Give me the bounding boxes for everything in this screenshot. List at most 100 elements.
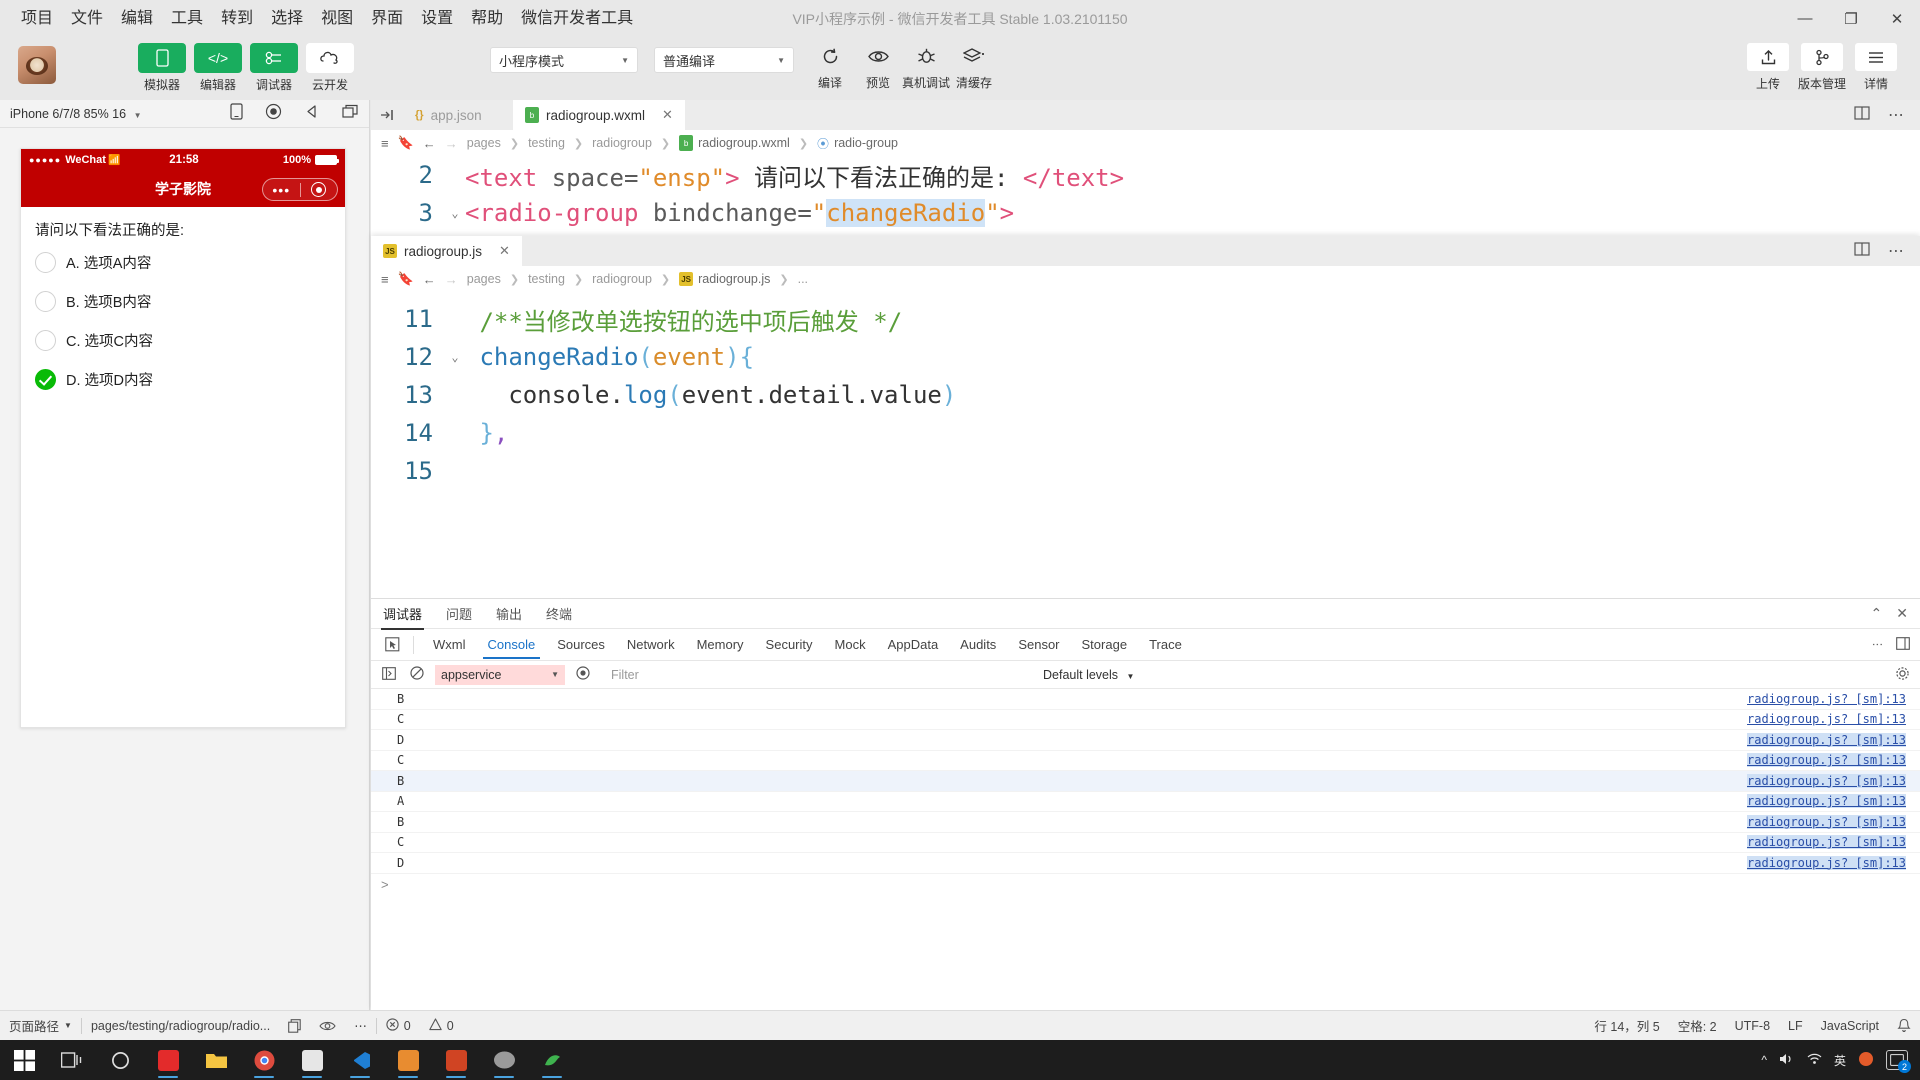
forward-icon[interactable]: → [445, 272, 458, 287]
chrome-browser-button[interactable] [240, 1040, 288, 1080]
radio-circle-b[interactable] [35, 291, 56, 312]
menu-item-edit[interactable]: 编辑 [112, 5, 162, 33]
js-code-pane[interactable]: 11 /**当修改单选按钮的选中项后触发 */ 12 ⌄ changeRadio(e… [371, 292, 1920, 517]
page-path-value[interactable]: pages/testing/radiogroup/radio... [82, 1019, 279, 1033]
taskbar-app-doc[interactable] [288, 1040, 336, 1080]
panel-appdata[interactable]: AppData [877, 631, 950, 658]
js-breadcrumb-pages[interactable]: pages [467, 272, 501, 286]
indent-setting[interactable]: 空格: 2 [1669, 1016, 1726, 1035]
code-line[interactable]: 12 ⌄ changeRadio(event){ [371, 338, 1920, 376]
preview-button[interactable]: 预览 [854, 37, 902, 91]
split-editor-icon[interactable] [1854, 105, 1870, 125]
version-control-button[interactable]: 版本管理 [1796, 37, 1848, 92]
js-breadcrumb-radiogroup[interactable]: radiogroup [592, 272, 652, 286]
close-button[interactable]: ✕ [1874, 0, 1920, 37]
menu-item-help[interactable]: 帮助 [462, 5, 512, 33]
tab-problems[interactable]: 问题 [444, 600, 474, 627]
preview-eye-icon[interactable] [310, 1020, 345, 1032]
tray-expand-icon[interactable]: ^ [1761, 1053, 1767, 1067]
compile-mode-select[interactable]: 普通编译 ▼ [654, 47, 794, 73]
menu-item-interface[interactable]: 界面 [362, 5, 412, 33]
maximize-button[interactable]: ❐ [1828, 0, 1874, 37]
compile-button[interactable]: 编译 [806, 37, 854, 91]
panel-mock[interactable]: Mock [824, 631, 877, 658]
panel-trace[interactable]: Trace [1138, 631, 1193, 658]
outline-icon[interactable]: ≡ [381, 136, 389, 151]
code-line[interactable]: 11 /**当修改单选按钮的选中项后触发 */ [371, 300, 1920, 338]
sound-icon[interactable] [304, 104, 320, 124]
kebab-menu-icon[interactable]: ⋮ [1871, 639, 1884, 651]
breadcrumb-pages[interactable]: pages [467, 136, 501, 150]
network-icon[interactable] [1807, 1052, 1822, 1068]
ime-language-indicator[interactable]: 英 [1834, 1052, 1846, 1069]
console-input-prompt[interactable]: > [371, 874, 1920, 896]
bell-icon[interactable] [1888, 1018, 1920, 1033]
panel-console[interactable]: Console [477, 631, 547, 659]
record-icon[interactable] [265, 103, 282, 125]
mini-mode-select[interactable]: 小程序模式 ▼ [490, 47, 638, 73]
console-log-row[interactable]: Bradiogroup.js? [sm]:13 [371, 689, 1920, 710]
console-log-row[interactable]: Bradiogroup.js? [sm]:13 [371, 771, 1920, 792]
console-log-source-link[interactable]: radiogroup.js? [sm]:13 [1747, 753, 1906, 768]
device-select[interactable]: iPhone 6/7/8 85% 16 ▼ [10, 107, 141, 121]
breadcrumb-testing[interactable]: testing [528, 136, 565, 150]
tab-radiogroup-js[interactable]: JS radiogroup.js ✕ [371, 236, 522, 266]
mini-program-capsule[interactable]: ••• [262, 178, 338, 201]
console-log-source-link[interactable]: radiogroup.js? [sm]:13 [1747, 835, 1906, 850]
js-breadcrumb-ellipsis[interactable]: ... [798, 272, 808, 286]
console-log-row[interactable]: Cradiogroup.js? [sm]:13 [371, 710, 1920, 730]
clear-cache-button[interactable]: 清缓存 [950, 37, 998, 91]
console-log-row[interactable]: Aradiogroup.js? [sm]:13 [371, 792, 1920, 812]
gear-icon[interactable] [1895, 666, 1920, 684]
console-log-source-link[interactable]: radiogroup.js? [sm]:13 [1747, 814, 1906, 829]
inspect-element-icon[interactable] [379, 637, 405, 652]
panel-memory[interactable]: Memory [686, 631, 755, 658]
more-icon[interactable]: ⋯ [345, 1018, 376, 1033]
breadcrumb-file[interactable]: b radiogroup.wxml [679, 135, 790, 151]
more-actions-icon[interactable]: ⋯ [1888, 241, 1904, 261]
wechat-devtool-button[interactable] [480, 1040, 528, 1080]
panel-storage[interactable]: Storage [1071, 631, 1139, 658]
menu-item-devtools[interactable]: 微信开发者工具 [512, 5, 642, 33]
back-icon[interactable]: ← [423, 272, 436, 287]
code-line[interactable]: 13 console.log(event.detail.value) [371, 376, 1920, 414]
live-expression-icon[interactable] [573, 666, 593, 683]
menu-item-view[interactable]: 视图 [312, 5, 362, 33]
menu-item-goto[interactable]: 转到 [212, 5, 262, 33]
file-explorer-button[interactable] [192, 1040, 240, 1080]
fold-toggle-icon[interactable]: ⌄ [445, 206, 465, 220]
dock-icon[interactable] [1896, 636, 1910, 653]
console-sidebar-icon[interactable] [379, 666, 399, 683]
breadcrumb-radiogroup[interactable]: radiogroup [592, 136, 652, 150]
menu-item-settings[interactable]: 设置 [412, 5, 462, 33]
upload-button[interactable]: 上传 [1742, 37, 1794, 92]
panel-network[interactable]: Network [616, 631, 686, 658]
eol-setting[interactable]: LF [1779, 1019, 1812, 1033]
notification-center-icon[interactable]: 2 [1886, 1050, 1911, 1073]
radio-option-d[interactable]: D. 选项D内容 [35, 369, 331, 390]
tab-output[interactable]: 输出 [494, 600, 524, 627]
task-view-button[interactable] [48, 1040, 96, 1080]
multiwindow-icon[interactable] [342, 104, 359, 124]
panel-audits[interactable]: Audits [949, 631, 1007, 658]
panel-security[interactable]: Security [755, 631, 824, 658]
console-log-source-link[interactable]: radiogroup.js? [sm]:13 [1747, 712, 1906, 726]
outline-icon[interactable]: ≡ [381, 272, 389, 287]
console-log-source-link[interactable]: radiogroup.js? [sm]:13 [1747, 732, 1906, 747]
menu-item-file[interactable]: 文件 [62, 5, 112, 33]
console-log-row[interactable]: Dradiogroup.js? [sm]:13 [371, 853, 1920, 874]
js-breadcrumb-testing[interactable]: testing [528, 272, 565, 286]
taskbar-app-green[interactable] [528, 1040, 576, 1080]
panel-wxml[interactable]: Wxml [422, 631, 477, 658]
details-button[interactable]: 详情 [1850, 37, 1902, 92]
page-path-select[interactable]: 页面路径 ▼ [0, 1016, 81, 1035]
menu-item-select[interactable]: 选择 [262, 5, 312, 33]
console-log-source-link[interactable]: radiogroup.js? [sm]:13 [1747, 773, 1906, 788]
console-filter-input[interactable]: Filter [605, 664, 855, 685]
breadcrumb-symbol[interactable]: ⦿ radio-group [817, 135, 898, 152]
close-icon[interactable]: ✕ [1896, 605, 1908, 622]
tab-radiogroup-wxml[interactable]: b radiogroup.wxml ✕ [513, 100, 685, 130]
more-icon[interactable]: ••• [263, 183, 300, 197]
copy-icon[interactable] [279, 1018, 310, 1033]
device-debug-button[interactable]: 真机调试 [902, 37, 950, 91]
